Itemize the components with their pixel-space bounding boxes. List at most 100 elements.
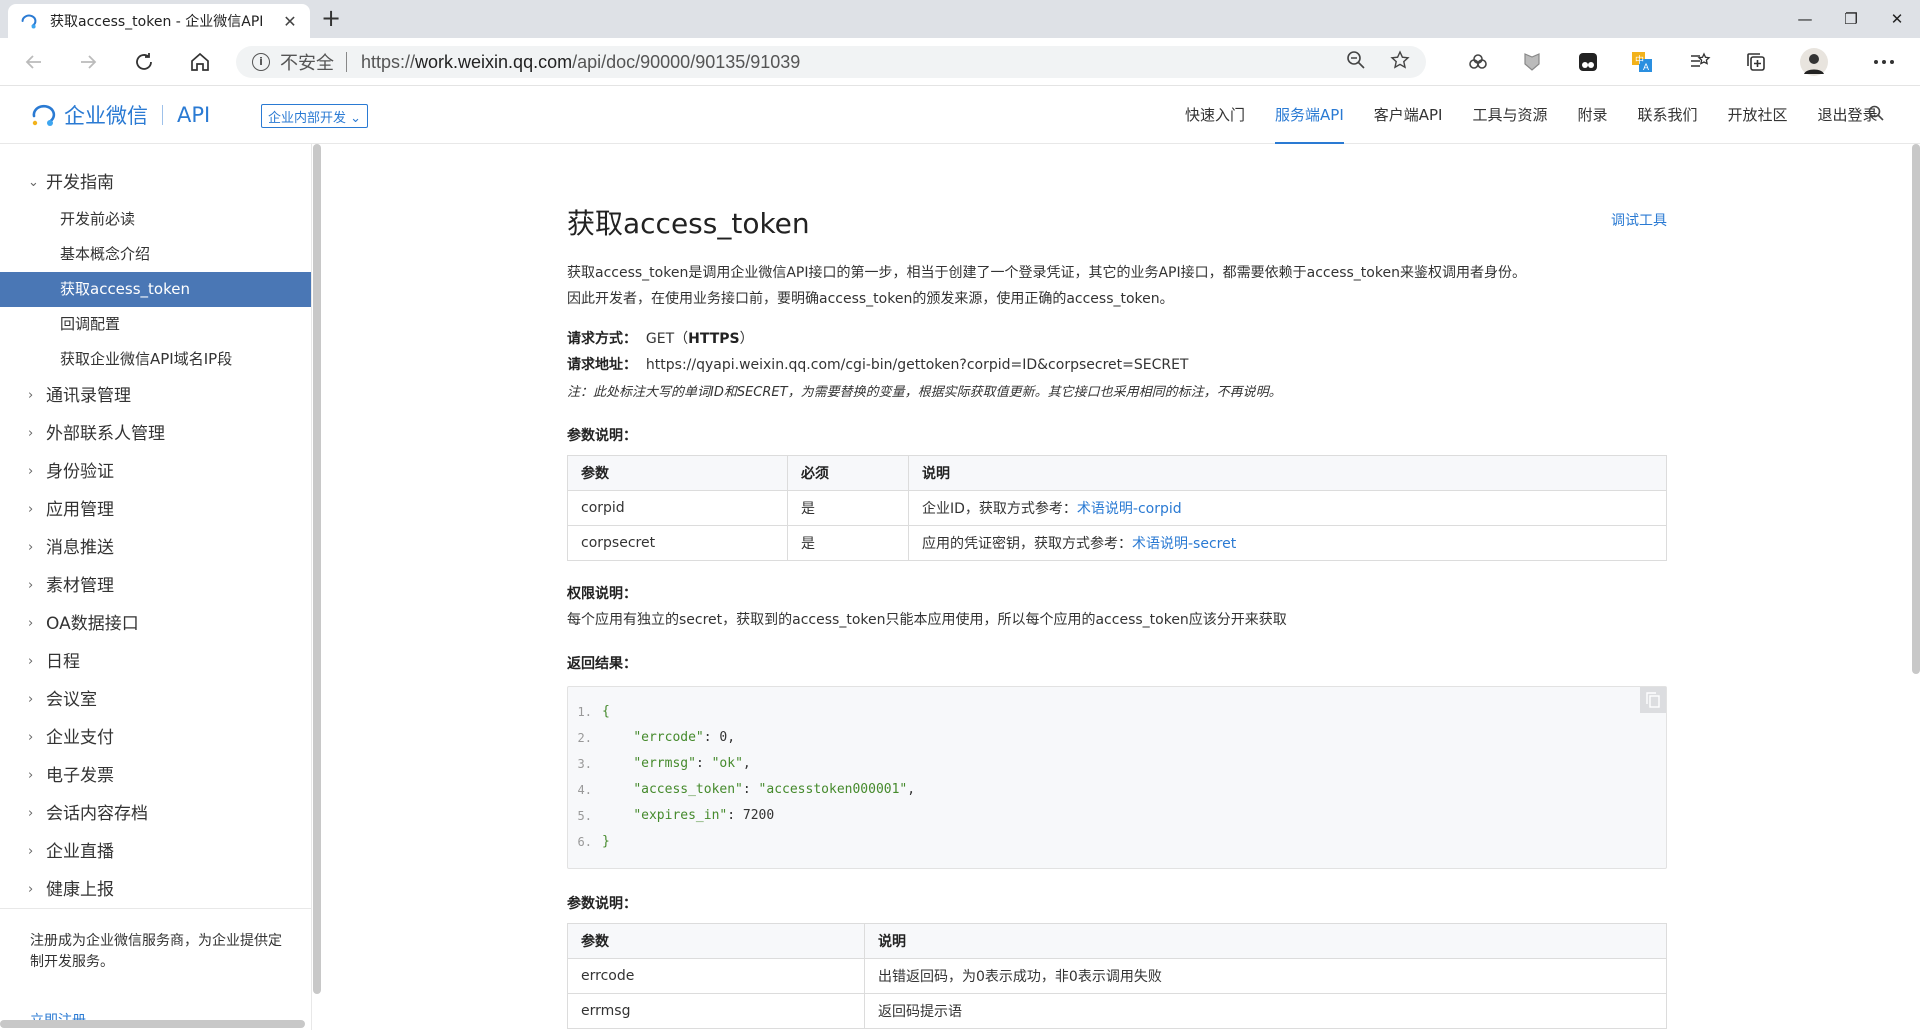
code-text: "errcode": 0, — [633, 730, 736, 745]
chevron-right-icon: › — [28, 692, 34, 707]
tab-close-icon[interactable]: ✕ — [280, 12, 300, 31]
sidebar-item[interactable]: 获取企业微信API域名IP段 — [0, 342, 311, 377]
sidebar-group[interactable]: › 通讯录管理 — [0, 377, 311, 415]
sidebar-group-label: 开发指南 — [46, 173, 114, 193]
sidebar-group-label: 通讯录管理 — [46, 386, 131, 406]
browser-tab[interactable]: 获取access_token - 企业微信API ✕ — [8, 4, 310, 38]
sidebar-group-label: 应用管理 — [46, 500, 114, 520]
nav-appendix[interactable]: 附录 — [1578, 86, 1608, 144]
window-close-button[interactable]: ✕ — [1874, 0, 1920, 38]
more-menu-icon[interactable] — [1872, 50, 1896, 74]
sidebar-group[interactable]: › OA数据接口 — [0, 605, 311, 643]
sidebar-scrollbar[interactable] — [313, 144, 321, 994]
home-button[interactable] — [184, 46, 216, 78]
info-icon[interactable]: i — [252, 53, 270, 71]
code-text: "expires_in": 7200 — [633, 808, 775, 823]
chevron-right-icon: › — [28, 806, 34, 821]
line-number: 6. — [577, 835, 592, 849]
permission-text: 每个应用有独立的secret，获取到的access_token只能本应用使用，所… — [567, 612, 1287, 628]
code-line: 5. "expires_in": 7200 — [568, 803, 1666, 829]
sidebar-group[interactable]: › 健康上报 — [0, 871, 311, 909]
request-url: https://qyapi.weixin.qq.com/cgi-bin/gett… — [645, 357, 1189, 373]
extension-cloud-icon[interactable] — [1466, 50, 1490, 74]
sidebar-group[interactable]: › 电子发票 — [0, 757, 311, 795]
wecom-favicon-icon — [21, 14, 37, 29]
param-name: corpsecret — [567, 525, 788, 561]
back-button[interactable] — [18, 46, 50, 78]
sidebar-group-dev-guide[interactable]: ⌄ 开发指南 — [0, 164, 311, 202]
tab-title: 获取access_token - 企业微信API — [50, 14, 264, 30]
collections-icon[interactable] — [1744, 50, 1768, 74]
sidebar-group-label: 日程 — [46, 652, 80, 672]
sidebar-group[interactable]: › 消息推送 — [0, 529, 311, 567]
zoom-search-icon[interactable] — [1346, 50, 1366, 75]
sidebar-item[interactable]: 开发前必读 — [0, 202, 311, 237]
debug-tool-link[interactable]: 调试工具 — [1611, 210, 1667, 230]
param-desc: 企业ID，获取方式参考：术语说明-corpid — [908, 490, 1667, 526]
nav-quickstart[interactable]: 快速入门 — [1185, 86, 1245, 144]
main-content: 获取access_token 调试工具 获取access_token是调用企业微… — [322, 144, 1908, 1030]
chevron-right-icon: › — [28, 388, 34, 403]
extension-tampermonkey-icon[interactable] — [1576, 50, 1600, 74]
sidebar-horizontal-scrollbar[interactable] — [0, 1020, 305, 1028]
sidebar-group[interactable]: › 企业直播 — [0, 833, 311, 871]
nav-contact[interactable]: 联系我们 — [1638, 86, 1698, 144]
nav-tools[interactable]: 工具与资源 — [1472, 86, 1547, 144]
line-number: 4. — [577, 783, 592, 797]
sidebar-group[interactable]: › 会话内容存档 — [0, 795, 311, 833]
page-title: 获取access_token — [567, 207, 810, 240]
extension-translate-icon[interactable]: 中A — [1630, 50, 1654, 74]
copy-icon[interactable] — [1640, 687, 1666, 713]
browser-tab-bar: 获取access_token - 企业微信API ✕ + — ❐ ✕ — [0, 0, 1920, 38]
security-label: 不安全 — [280, 53, 334, 74]
table-header: 必须 — [787, 455, 909, 491]
intro-line-2: 因此开发者，在使用业务接口前，要明确access_token的颁发来源，使用正确… — [567, 291, 1174, 307]
new-tab-button[interactable]: + — [318, 6, 344, 32]
nav-community[interactable]: 开放社区 — [1728, 86, 1788, 144]
favorites-list-icon[interactable] — [1688, 50, 1712, 74]
chevron-right-icon: › — [28, 768, 34, 783]
page-scrollbar[interactable] — [1912, 144, 1920, 674]
code-text: } — [602, 834, 610, 849]
code-line: 3. "errmsg": "ok", — [568, 751, 1666, 777]
code-line: 4. "access_token": "accesstoken000001", — [568, 777, 1666, 803]
dev-type-select[interactable]: 企业内部开发 ⌄ — [261, 104, 368, 128]
param-name: corpid — [567, 490, 788, 526]
search-icon[interactable] — [1868, 105, 1884, 125]
url-text[interactable]: https://work.weixin.qq.com/api/doc/90000… — [361, 52, 1322, 73]
address-bar[interactable]: i 不安全 https://work.weixin.qq.com/api/doc… — [236, 46, 1426, 78]
favorite-star-icon[interactable] — [1390, 49, 1410, 75]
chevron-down-icon: ⌄ — [28, 175, 39, 190]
term-link-corpid[interactable]: 术语说明-corpid — [1077, 501, 1182, 517]
sidebar-item[interactable]: 回调配置 — [0, 307, 311, 342]
forward-button[interactable] — [72, 46, 104, 78]
sidebar-group[interactable]: › 会议室 — [0, 681, 311, 719]
term-link-secret[interactable]: 术语说明-secret — [1132, 536, 1236, 552]
sidebar-group[interactable]: › 日程 — [0, 643, 311, 681]
sidebar-group[interactable]: › 身份验证 — [0, 453, 311, 491]
nav-server-api[interactable]: 服务端API — [1275, 86, 1344, 144]
nav-client-api[interactable]: 客户端API — [1374, 86, 1443, 144]
sidebar-item[interactable]: 基本概念介绍 — [0, 237, 311, 272]
sidebar-group[interactable]: › 外部联系人管理 — [0, 415, 311, 453]
chevron-right-icon: › — [28, 578, 34, 593]
table-header: 说明 — [908, 455, 1667, 491]
chevron-right-icon: › — [28, 502, 34, 517]
code-line: 1. { — [568, 699, 1666, 725]
param-required: 是 — [787, 525, 909, 561]
extension-shield-icon[interactable] — [1520, 50, 1544, 74]
intro-line-1: 获取access_token是调用企业微信API接口的第一步，相当于创建了一个登… — [567, 265, 1526, 281]
profile-avatar[interactable] — [1800, 48, 1828, 76]
params-table: 参数 必须 说明 corpid 是 企业ID，获取方式参考：术语说明-corpi… — [567, 455, 1667, 561]
sidebar-group[interactable]: › 素材管理 — [0, 567, 311, 605]
sidebar-item-active[interactable]: 获取access_token — [0, 272, 311, 307]
window-minimize-button[interactable]: — — [1782, 0, 1828, 38]
site-logo[interactable]: 企业微信 API — [28, 100, 210, 130]
sidebar-group[interactable]: › 应用管理 — [0, 491, 311, 529]
reload-button[interactable] — [128, 46, 160, 78]
sidebar-group-label: OA数据接口 — [46, 614, 139, 634]
reload-icon — [136, 53, 152, 70]
window-restore-button[interactable]: ❐ — [1828, 0, 1874, 38]
sidebar-group-label: 企业直播 — [46, 842, 114, 862]
sidebar-group[interactable]: › 企业支付 — [0, 719, 311, 757]
